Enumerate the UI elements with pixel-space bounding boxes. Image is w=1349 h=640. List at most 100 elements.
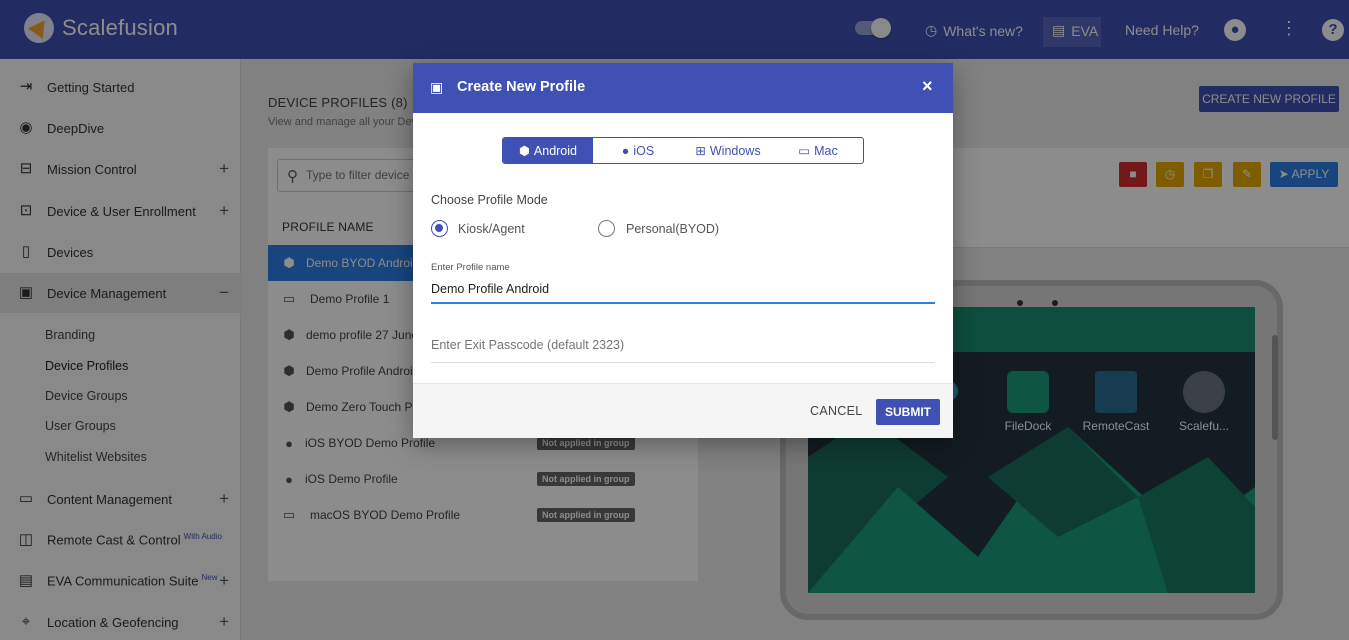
radio-kiosk-agent[interactable] bbox=[431, 220, 448, 237]
more-vert-icon[interactable]: ⋮ bbox=[1280, 18, 1298, 39]
globe-lock-icon bbox=[1183, 371, 1225, 413]
tab-label: Android bbox=[533, 143, 577, 158]
field-underline bbox=[431, 302, 935, 304]
tab-mac[interactable]: ▭ Mac bbox=[773, 138, 863, 163]
tab-ios[interactable]: ● iOS bbox=[593, 138, 683, 163]
app-label: Scalefu... bbox=[1178, 419, 1230, 433]
theme-toggle[interactable] bbox=[855, 18, 891, 38]
android-icon: ⬢ bbox=[283, 255, 295, 270]
chat-icon: ▤ bbox=[1052, 22, 1066, 38]
clock-icon: ◷ bbox=[1164, 167, 1176, 181]
nav-remote-cast-control[interactable]: ◫ Remote Cast & Control With Audio bbox=[0, 520, 241, 560]
nav-label: Device Management bbox=[47, 285, 167, 301]
apply-button[interactable]: ➤ APPLY bbox=[1270, 162, 1338, 187]
nav-deepdive[interactable]: ◉ DeepDive bbox=[0, 108, 241, 148]
dialog-title: Create New Profile bbox=[457, 79, 586, 95]
nav-location-geofencing[interactable]: ⌖ Location & Geofencing + bbox=[0, 602, 241, 640]
expand-icon[interactable]: + bbox=[219, 612, 229, 632]
user-avatar-icon[interactable]: ● bbox=[1224, 19, 1246, 41]
close-icon[interactable]: × bbox=[922, 76, 933, 97]
create-new-profile-button[interactable]: CREATE NEW PROFILE bbox=[1199, 86, 1339, 112]
schedule-button[interactable]: ◷ bbox=[1156, 162, 1184, 187]
nav-label: Devices bbox=[47, 244, 94, 260]
nav-label: EVA Communication Suite New bbox=[47, 573, 218, 588]
map-icon: ⌖ bbox=[21, 613, 31, 630]
status-badge: Not applied in group bbox=[537, 436, 635, 450]
android-icon: ⬢ bbox=[283, 399, 295, 414]
app-remotecast[interactable]: RemoteCast bbox=[1081, 371, 1151, 433]
tab-android[interactable]: ⬢ Android bbox=[503, 138, 593, 163]
profile-name-label: Enter Profile name bbox=[431, 262, 510, 273]
page-title: DEVICE PROFILES (8) bbox=[268, 95, 408, 110]
profile-search[interactable]: ⚲ bbox=[277, 159, 417, 192]
radio-personal-byod[interactable] bbox=[598, 220, 615, 237]
laptop-icon: ▭ bbox=[798, 144, 811, 158]
delete-button[interactable]: ■ bbox=[1119, 162, 1147, 187]
expand-icon[interactable]: + bbox=[219, 201, 229, 221]
trash-icon: ■ bbox=[1129, 167, 1137, 181]
tab-windows[interactable]: ⊞ Windows bbox=[683, 138, 773, 163]
subnav-device-groups[interactable]: Device Groups bbox=[45, 389, 128, 403]
expand-icon[interactable]: + bbox=[219, 571, 229, 591]
nav-content-management[interactable]: ▭ Content Management + bbox=[0, 479, 241, 519]
edit-button[interactable]: ✎ bbox=[1233, 162, 1261, 187]
submit-button[interactable]: SUBMIT bbox=[876, 399, 940, 425]
nav-label: Mission Control bbox=[47, 161, 137, 177]
nav-device-management[interactable]: ▣ Device Management − bbox=[0, 273, 241, 313]
app-label: FileDock bbox=[1004, 419, 1052, 433]
platform-selector: ⬢ Android ● iOS ⊞ Windows ▭ Mac bbox=[502, 137, 864, 164]
cancel-button[interactable]: CANCEL bbox=[810, 404, 863, 418]
profile-row[interactable]: ▭ macOS BYOD Demo Profile Not applied in… bbox=[268, 497, 698, 533]
profile-name: iOS Demo Profile bbox=[305, 472, 398, 486]
nav-mission-control[interactable]: ⊟ Mission Control + bbox=[0, 149, 241, 189]
briefcase-icon: ▣ bbox=[18, 284, 34, 301]
copy-icon: ❐ bbox=[1202, 167, 1214, 181]
subnav-branding[interactable]: Branding bbox=[45, 328, 95, 342]
exit-passcode-input[interactable] bbox=[431, 338, 935, 352]
android-icon: ⬢ bbox=[283, 327, 295, 342]
nav-devices[interactable]: ▯ Devices bbox=[0, 232, 241, 272]
apply-label: APPLY bbox=[1291, 167, 1330, 181]
whats-new-link[interactable]: ◷ What's new? bbox=[925, 22, 1023, 39]
apple-icon: ● bbox=[285, 471, 293, 487]
profile-mode-label: Choose Profile Mode bbox=[431, 193, 548, 207]
search-input[interactable] bbox=[306, 168, 411, 182]
expand-icon[interactable]: + bbox=[219, 159, 229, 179]
subnav-user-groups[interactable]: User Groups bbox=[45, 419, 116, 433]
folder-icon: ▭ bbox=[18, 490, 34, 507]
field-underline bbox=[431, 362, 935, 363]
windows-icon: ⊞ bbox=[695, 144, 706, 158]
radio-label-byod[interactable]: Personal(BYOD) bbox=[626, 222, 719, 236]
radio-label-kiosk[interactable]: Kiosk/Agent bbox=[458, 222, 525, 236]
app-name: Scalefusion bbox=[62, 15, 178, 40]
profile-row[interactable]: ● iOS Demo Profile Not applied in group bbox=[268, 461, 698, 497]
devices-icon: ⊡ bbox=[19, 202, 33, 219]
nav-label: Location & Geofencing bbox=[47, 614, 179, 630]
app-label: RemoteCast bbox=[1082, 419, 1150, 433]
tab-label: Mac bbox=[814, 143, 838, 158]
profile-name: demo profile 27 June bbox=[306, 328, 419, 342]
nav-label: Device & User Enrollment bbox=[47, 203, 196, 219]
subnav-device-profiles[interactable]: Device Profiles bbox=[45, 359, 128, 373]
tab-label: Windows bbox=[709, 143, 761, 158]
briefcase-icon: ▣ bbox=[430, 79, 444, 95]
nav-label: Getting Started bbox=[47, 79, 135, 95]
nav-eva-communication-suite[interactable]: ▤ EVA Communication Suite New + bbox=[0, 561, 241, 601]
help-icon[interactable]: ? bbox=[1322, 19, 1344, 41]
app-filedock[interactable]: FileDock bbox=[993, 371, 1063, 433]
expand-icon[interactable]: + bbox=[219, 489, 229, 509]
subnav-whitelist-websites[interactable]: Whitelist Websites bbox=[45, 450, 147, 464]
nav-getting-started[interactable]: ⇥ Getting Started bbox=[0, 67, 241, 107]
nav-device-user-enrollment[interactable]: ⊡ Device & User Enrollment + bbox=[0, 191, 241, 231]
profile-name: macOS BYOD Demo Profile bbox=[310, 508, 461, 522]
profile-name-input[interactable] bbox=[431, 282, 935, 296]
copy-button[interactable]: ❐ bbox=[1194, 162, 1222, 187]
column-header-profile-name[interactable]: PROFILE NAME bbox=[282, 220, 374, 234]
need-help-link[interactable]: Need Help? bbox=[1125, 22, 1199, 38]
app-logo[interactable]: Scalefusion bbox=[24, 13, 178, 43]
nav-label: Remote Cast & Control With Audio bbox=[47, 532, 222, 547]
app-scalefusion[interactable]: Scalefu... bbox=[1169, 371, 1239, 433]
collapse-icon[interactable]: − bbox=[219, 283, 229, 303]
chat-icon: ▤ bbox=[18, 572, 34, 589]
send-icon: ➤ bbox=[1278, 167, 1289, 181]
